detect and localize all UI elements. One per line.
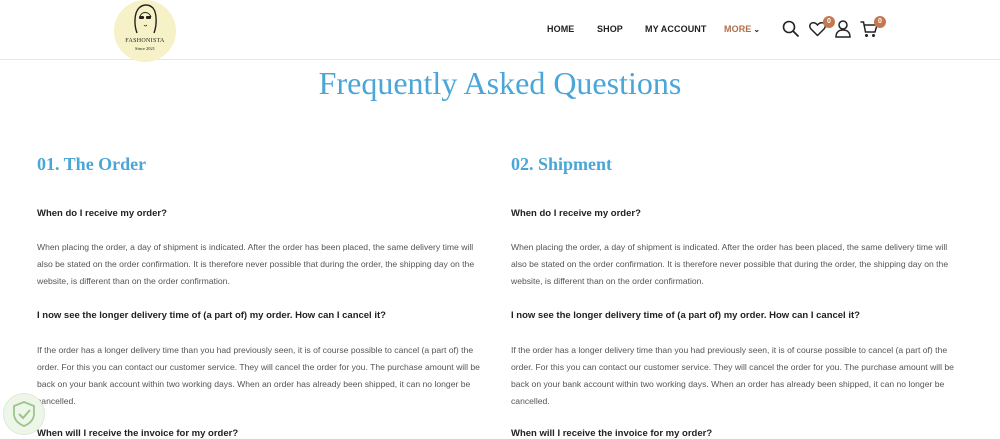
search-icon[interactable] bbox=[782, 20, 800, 38]
section-title: 01. The Order bbox=[37, 154, 147, 174]
faq-answer: When placing the order, a day of shipmen… bbox=[511, 242, 949, 286]
trust-badge[interactable] bbox=[3, 393, 45, 435]
faq-question: I now see the longer delivery time of (a… bbox=[37, 310, 386, 321]
logo-name: FASHONISTA bbox=[125, 38, 165, 44]
user-icon[interactable] bbox=[835, 20, 851, 38]
logo-face-icon bbox=[134, 4, 157, 34]
chevron-down-icon: ⌄ bbox=[753, 25, 761, 34]
faq-section-shipment: 02. Shipment When do I receive my order?… bbox=[511, 152, 965, 439]
nav-more[interactable]: MORE ⌄ bbox=[724, 24, 760, 34]
cart-count-badge: 0 bbox=[874, 16, 886, 28]
faq-question: I now see the longer delivery time of (a… bbox=[511, 310, 860, 321]
faq-question: When do I receive my order? bbox=[37, 208, 167, 219]
faq-section-order: 01. The Order When do I receive my order… bbox=[37, 152, 491, 439]
nav-home[interactable]: HOME bbox=[547, 24, 574, 34]
faq-answer: When placing the order, a day of shipmen… bbox=[37, 242, 475, 286]
faq-question: When will I receive the invoice for my o… bbox=[511, 428, 713, 439]
wishlist-count-badge: 0 bbox=[823, 16, 835, 28]
page-title: Frequently Asked Questions bbox=[318, 65, 682, 101]
faq-answer: If the order has a longer delivery time … bbox=[37, 345, 480, 406]
faq-question: When do I receive my order? bbox=[511, 208, 641, 219]
faq-question: When will I receive the invoice for my o… bbox=[37, 428, 239, 439]
shield-check-icon bbox=[13, 401, 35, 427]
nav-more-label: MORE bbox=[724, 24, 752, 34]
logo-since: Since 2021 bbox=[134, 46, 156, 51]
nav-shop[interactable]: SHOP bbox=[597, 24, 623, 34]
nav-my-account[interactable]: MY ACCOUNT bbox=[645, 24, 707, 34]
site-logo[interactable]: FASHONISTA Since 2021 bbox=[114, 0, 176, 62]
faq-answer: If the order has a longer delivery time … bbox=[511, 345, 954, 406]
section-title: 02. Shipment bbox=[511, 154, 613, 174]
site-header: FASHONISTA Since 2021 HOME SHOP MY ACCOU… bbox=[0, 0, 1000, 62]
